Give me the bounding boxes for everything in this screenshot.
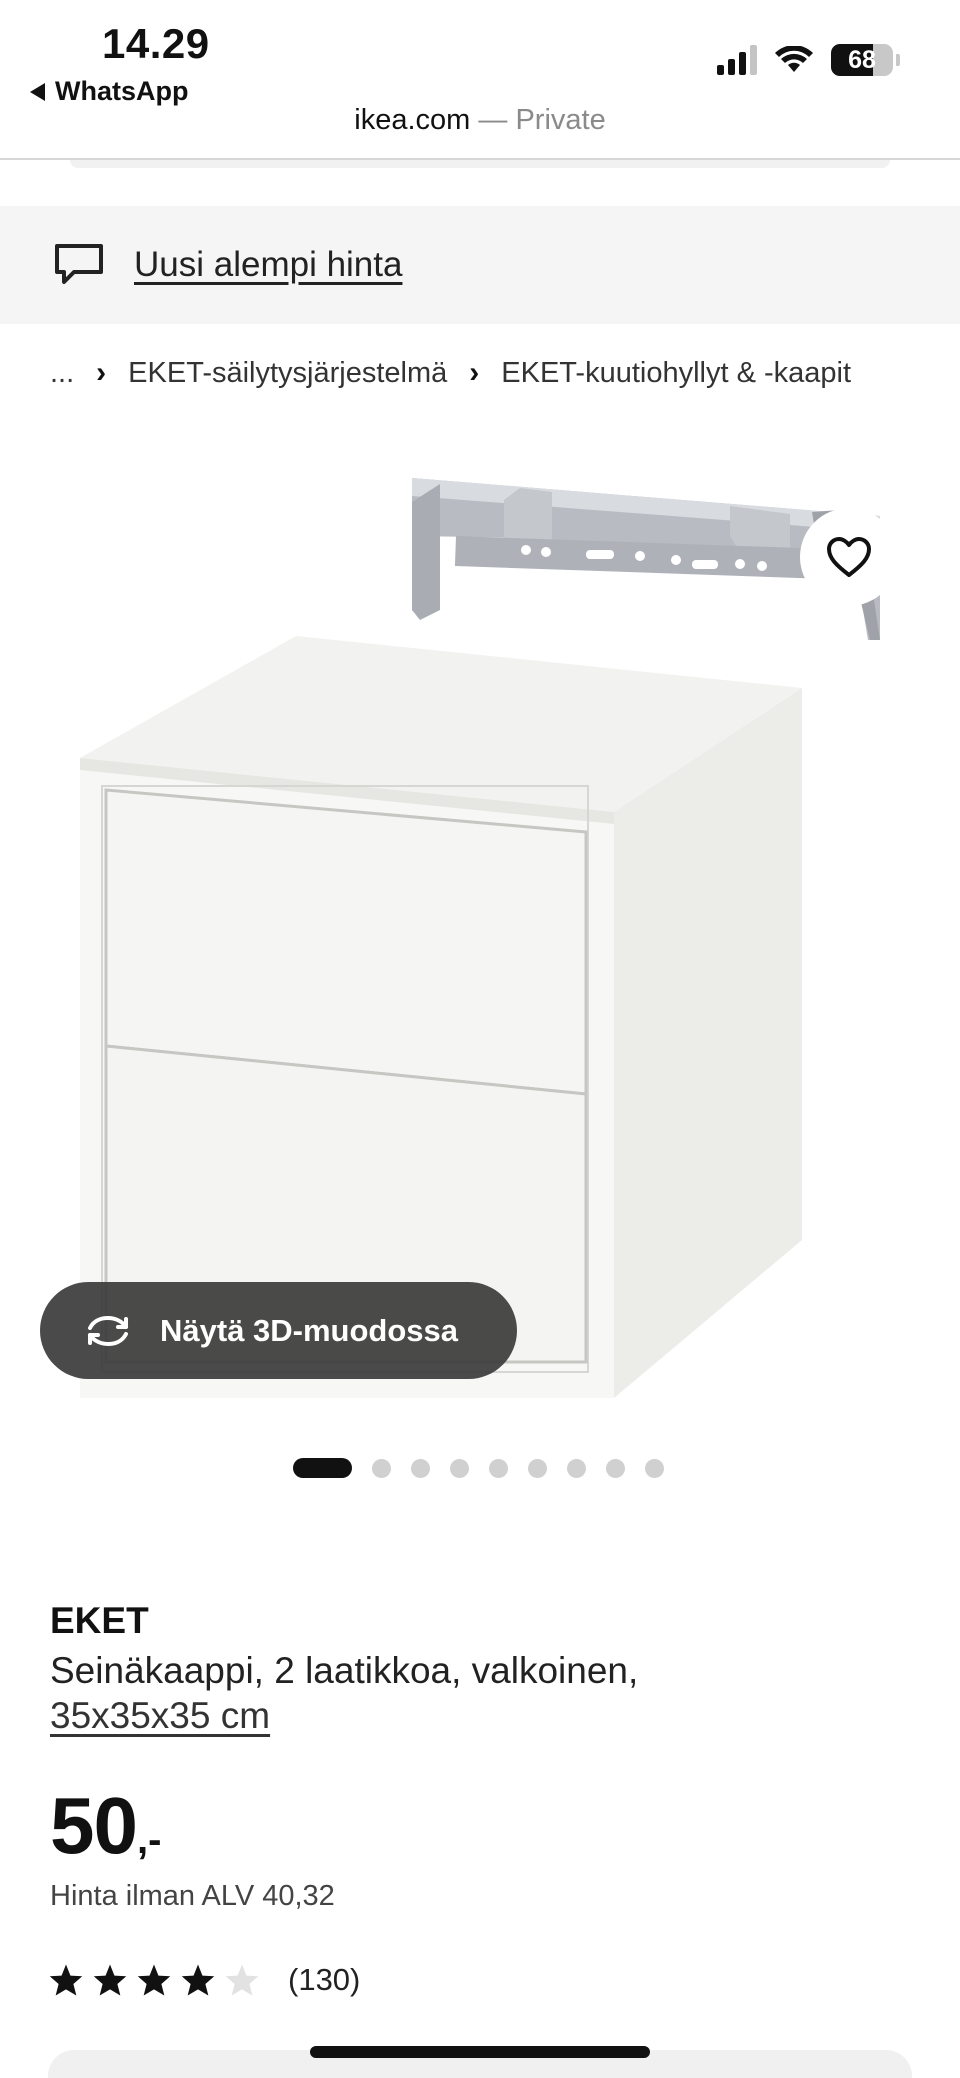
product-price: 50 ,- bbox=[50, 1780, 161, 1872]
status-icons: 68 bbox=[717, 44, 900, 76]
star-filled-icon bbox=[49, 1964, 83, 1996]
review-count[interactable]: (130) bbox=[288, 1962, 360, 1998]
back-arrow-icon bbox=[30, 82, 45, 101]
rotate-icon bbox=[88, 1315, 128, 1346]
price-decimal: ,- bbox=[136, 1818, 162, 1862]
carousel-dot-active[interactable] bbox=[293, 1458, 352, 1478]
url-bar[interactable]: ikea.com — Private bbox=[0, 104, 960, 137]
view-3d-button[interactable]: Näytä 3D-muodossa bbox=[40, 1282, 517, 1379]
product-brand: EKET bbox=[50, 1600, 149, 1641]
favorite-button[interactable] bbox=[800, 508, 898, 606]
back-to-app-button[interactable]: WhatsApp bbox=[30, 76, 188, 107]
wifi-icon bbox=[775, 46, 813, 72]
carousel-dot[interactable] bbox=[567, 1458, 586, 1478]
view-3d-label: Näytä 3D-muodossa bbox=[160, 1312, 459, 1348]
star-empty-icon bbox=[225, 1964, 259, 1996]
product-size-link[interactable]: 35x35x35 cm bbox=[50, 1695, 270, 1737]
carousel-dot[interactable] bbox=[450, 1458, 469, 1478]
carousel-dot[interactable] bbox=[645, 1458, 664, 1478]
breadcrumb-item-eket-cubes[interactable]: EKET-kuutiohyllyt & -kaapit bbox=[501, 357, 851, 390]
cellular-signal-icon bbox=[717, 45, 757, 75]
lower-price-link[interactable]: Uusi alempi hinta bbox=[134, 245, 402, 285]
header-edge bbox=[70, 160, 890, 168]
star-filled-icon bbox=[137, 1964, 171, 1996]
product-description: Seinäkaappi, 2 laatikkoa, valkoinen, bbox=[50, 1650, 639, 1691]
carousel-dot[interactable] bbox=[489, 1458, 508, 1478]
battery-level: 68 bbox=[831, 44, 893, 76]
carousel-dots[interactable] bbox=[293, 1458, 684, 1478]
chevron-right-icon: › bbox=[96, 356, 107, 389]
chat-bubble-icon bbox=[55, 244, 103, 284]
carousel-dot[interactable] bbox=[411, 1458, 430, 1478]
price-banner[interactable]: Uusi alempi hinta bbox=[0, 206, 960, 324]
chevron-right-icon: › bbox=[469, 356, 480, 389]
breadcrumb: ... › EKET-säilytysjärjestelmä › EKET-ku… bbox=[50, 356, 851, 390]
carousel-dot[interactable] bbox=[606, 1458, 625, 1478]
heart-icon bbox=[827, 537, 871, 577]
star-filled-icon bbox=[181, 1964, 215, 1996]
price-excluding-vat: Hinta ilman ALV 40,32 bbox=[50, 1880, 335, 1912]
private-label: — Private bbox=[470, 104, 606, 136]
carousel-dot[interactable] bbox=[372, 1458, 391, 1478]
url-domain: ikea.com bbox=[354, 104, 471, 136]
status-bar: 14.29 WhatsApp 68 ikea.com — Private bbox=[0, 0, 960, 160]
carousel-dot[interactable] bbox=[528, 1458, 547, 1478]
breadcrumb-ellipsis[interactable]: ... bbox=[50, 357, 74, 390]
star-filled-icon bbox=[93, 1964, 127, 1996]
home-indicator bbox=[310, 2046, 650, 2058]
breadcrumb-item-eket-system[interactable]: EKET-säilytysjärjestelmä bbox=[128, 357, 447, 390]
back-app-label: WhatsApp bbox=[55, 76, 189, 106]
clock: 14.29 bbox=[102, 20, 210, 67]
battery-icon: 68 bbox=[831, 44, 900, 76]
product-rating[interactable]: (130) bbox=[48, 1962, 360, 1998]
price-integer: 50 bbox=[50, 1781, 138, 1870]
